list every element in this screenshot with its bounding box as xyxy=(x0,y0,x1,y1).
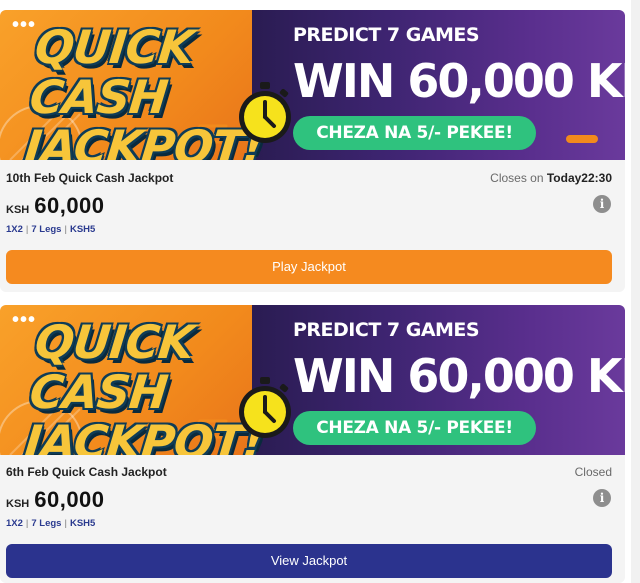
scrollbar[interactable] xyxy=(631,0,640,583)
market-label: 1X2 xyxy=(6,224,23,235)
stopwatch-icon xyxy=(239,82,291,143)
currency-label: KSH xyxy=(6,204,30,216)
banner-win-text: WIN 60,000 KES xyxy=(293,349,625,403)
jackpot-status: Closes on Today22:30 xyxy=(490,171,612,185)
legs-label: 7 Legs xyxy=(31,518,62,529)
jackpot-banner[interactable]: ••• QUICK CASH JACKPOT! PREDICT 7 GAMES … xyxy=(0,10,625,160)
amount-value: 60,000 xyxy=(34,193,105,218)
jackpot-banner[interactable]: ••• QUICK CASH JACKPOT! PREDICT 7 GAMES … xyxy=(0,305,625,455)
jackpot-status: Closed xyxy=(575,465,612,479)
market-label: 1X2 xyxy=(6,518,23,529)
jackpot-list: ••• QUICK CASH JACKPOT! PREDICT 7 GAMES … xyxy=(0,0,640,583)
banner-stake-pill: CHEZA NA 5/- PEKEE! xyxy=(293,411,536,445)
banner-predict-text: PREDICT 7 GAMES xyxy=(293,24,480,46)
jackpot-meta: 1X2 | 7 Legs | KSH5 xyxy=(6,224,96,235)
stake-label: KSH5 xyxy=(69,224,96,235)
banner-predict-text: PREDICT 7 GAMES xyxy=(293,319,480,341)
view-jackpot-button[interactable]: View Jackpot xyxy=(6,544,612,578)
card-menu-icon[interactable]: ••• xyxy=(12,310,36,330)
info-icon[interactable]: i xyxy=(593,489,611,507)
status-prefix: Closes on xyxy=(490,171,547,185)
jackpot-amount: KSH 60,000 xyxy=(6,487,105,513)
jackpot-name: 10th Feb Quick Cash Jackpot xyxy=(6,171,174,185)
jackpot-card: ••• QUICK CASH JACKPOT! PREDICT 7 GAMES … xyxy=(0,305,625,583)
banner-stake-pill: CHEZA NA 5/- PEKEE! xyxy=(293,116,536,150)
stake-label: KSH5 xyxy=(69,518,96,529)
status-value: Closed xyxy=(574,465,612,479)
currency-label: KSH xyxy=(6,498,30,510)
card-menu-icon[interactable]: ••• xyxy=(12,15,36,35)
stopwatch-icon xyxy=(239,377,291,438)
jackpot-name: 6th Feb Quick Cash Jackpot xyxy=(6,465,167,479)
info-icon[interactable]: i xyxy=(593,195,611,213)
jackpot-card: ••• QUICK CASH JACKPOT! PREDICT 7 GAMES … xyxy=(0,10,625,292)
jackpot-meta: 1X2 | 7 Legs | KSH5 xyxy=(6,518,96,529)
jackpot-amount: KSH 60,000 xyxy=(6,193,105,219)
banner-accent-dash xyxy=(566,135,598,143)
banner-win-text: WIN 60,000 KES xyxy=(293,54,625,108)
amount-value: 60,000 xyxy=(34,487,105,512)
legs-label: 7 Legs xyxy=(31,224,62,235)
status-value: Today22:30 xyxy=(546,171,612,185)
play-jackpot-button[interactable]: Play Jackpot xyxy=(6,250,612,284)
